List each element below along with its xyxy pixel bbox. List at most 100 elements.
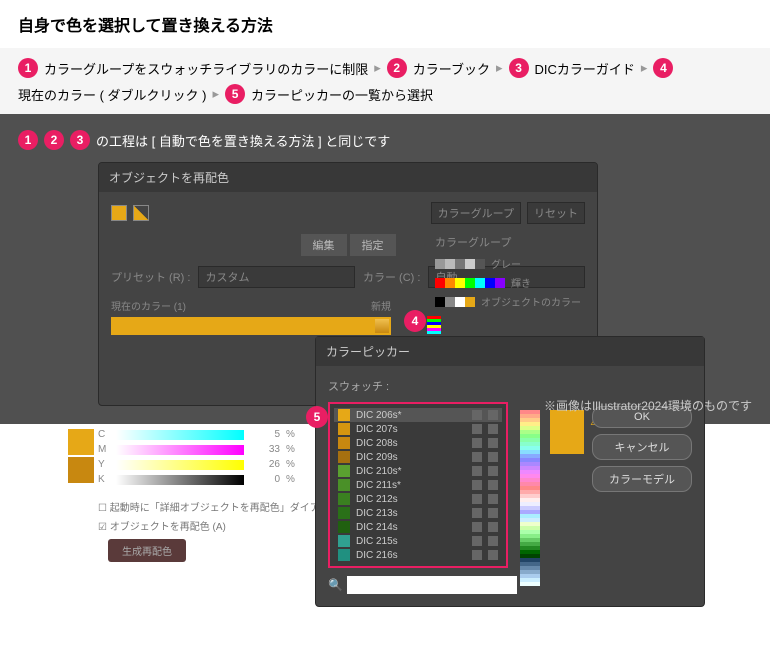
m-slider[interactable] — [116, 445, 244, 455]
caption: 1 2 3 の工程は [ 自動で色を置き換える方法 ] と同じです — [18, 130, 752, 150]
footer-note: ※画像はIllustrator2024環境のものです — [544, 397, 752, 414]
active-swatch[interactable] — [111, 205, 127, 221]
step-text-5: カラーピッカーの一覧から選択 — [251, 85, 433, 104]
swatch-color-icon — [338, 549, 350, 561]
swatch-item[interactable]: DIC 209s — [334, 450, 502, 464]
swatch-item[interactable]: DIC 212s — [334, 492, 502, 506]
swatch-name: DIC 212s — [356, 494, 466, 505]
y-slider[interactable] — [116, 460, 244, 470]
swatch-type-icon — [472, 452, 482, 462]
swatch-type-icon — [472, 536, 482, 546]
color-spectrum-strip[interactable] — [520, 410, 540, 586]
step-badge-5: 5 — [225, 84, 245, 104]
chevron-right-icon: ▸ — [641, 60, 648, 76]
swatch-item[interactable]: DIC 206s* — [334, 408, 502, 422]
colormodel-button[interactable]: カラーモデル — [592, 466, 692, 492]
swatch-item[interactable]: DIC 211s* — [334, 478, 502, 492]
caption-badge-1: 1 — [18, 130, 38, 150]
swatch-color-icon — [338, 493, 350, 505]
k-slider[interactable] — [116, 475, 244, 485]
slider-swatch[interactable] — [68, 429, 94, 455]
colorgroup-row[interactable]: 輝き — [435, 275, 585, 290]
color-preview — [550, 410, 584, 454]
dialog-title: オブジェクトを再配色 — [99, 163, 597, 192]
swatch-color-icon — [338, 465, 350, 477]
new-color-label: 新規 — [371, 298, 391, 313]
preset-select[interactable]: カスタム — [198, 266, 355, 288]
swatch-name: DIC 209s — [356, 452, 466, 463]
swatch-item[interactable]: DIC 213s — [334, 506, 502, 520]
swatch-type-icon — [472, 466, 482, 476]
chevron-right-icon: ▸ — [213, 86, 220, 102]
marker-5: 5 — [306, 406, 328, 428]
swatch-item[interactable]: DIC 207s — [334, 422, 502, 436]
swatch-opt-icon — [488, 438, 498, 448]
swatch-item[interactable]: DIC 216s — [334, 548, 502, 562]
preset-label: プリセット (R) : — [111, 269, 190, 285]
swatch-type-icon — [472, 494, 482, 504]
swatch-name: DIC 208s — [356, 438, 466, 449]
colorgroup-row[interactable]: オブジェクトのカラー — [435, 294, 585, 309]
step-badge-4: 4 — [653, 58, 673, 78]
caption-badge-3: 3 — [70, 130, 90, 150]
current-color-bar[interactable] — [111, 317, 391, 335]
swatch-color-icon — [338, 479, 350, 491]
swatch-item[interactable]: DIC 208s — [334, 436, 502, 450]
colorgroup-row[interactable]: グレー — [435, 256, 585, 271]
swatch-color-icon — [338, 437, 350, 449]
swatch-name: DIC 206s* — [356, 410, 466, 421]
swatch-opt-icon — [488, 536, 498, 546]
page-title: 自身で色を選択して置き換える方法 — [18, 12, 752, 36]
cmyk-sliders: C5% M33% Y26% K0% — [98, 429, 298, 489]
swatch-item[interactable]: DIC 210s* — [334, 464, 502, 478]
reset-button[interactable]: リセット — [527, 202, 585, 224]
step-text-1: カラーグループをスウォッチライブラリのカラーに制限 — [44, 59, 368, 78]
swatch-opt-icon — [488, 480, 498, 490]
generate-button[interactable]: 生成再配色 — [108, 539, 186, 562]
breadcrumb: 1 カラーグループをスウォッチライブラリのカラーに制限 ▸ 2 カラーブック ▸… — [0, 48, 770, 114]
colorgroup-select[interactable]: カラーグループ — [431, 202, 521, 224]
tab-assign[interactable]: 指定 — [350, 234, 396, 256]
active-swatch-alt[interactable] — [133, 205, 149, 221]
swatch-name: DIC 216s — [356, 550, 466, 561]
step-text-3: DICカラーガイド — [535, 59, 635, 78]
swatch-type-icon — [472, 550, 482, 560]
colorpicker-dialog: カラーピッカー スウォッチ : 5 DIC 206s*DIC 207sDIC 2… — [315, 336, 705, 607]
caption-text: の工程は [ 自動で色を置き換える方法 ] と同じです — [96, 131, 390, 150]
swatch-color-icon — [338, 451, 350, 463]
swatch-type-icon — [472, 480, 482, 490]
cancel-button[interactable]: キャンセル — [592, 434, 692, 460]
swatch-name: DIC 210s* — [356, 466, 466, 477]
step-badge-1: 1 — [18, 58, 38, 78]
colorpicker-title: カラーピッカー — [316, 337, 704, 366]
swatch-opt-icon — [488, 466, 498, 476]
colorgroup-title: カラーグループ — [435, 234, 585, 250]
swatch-name: DIC 215s — [356, 536, 466, 547]
c-slider[interactable] — [116, 430, 244, 440]
slider-swatch-alt[interactable] — [68, 457, 94, 483]
swatch-color-icon — [338, 535, 350, 547]
swatch-type-icon — [472, 522, 482, 532]
swatch-opt-icon — [488, 508, 498, 518]
color-label: カラー (C) : — [363, 269, 420, 285]
swatch-name: DIC 213s — [356, 508, 466, 519]
swatch-list: DIC 206s* DIC 207s DIC 208s DIC 209s DIC 210… — [328, 402, 508, 568]
chevron-right-icon: ▸ — [374, 60, 381, 76]
swatch-search-input[interactable] — [347, 576, 517, 594]
swatch-opt-icon — [488, 494, 498, 504]
caption-badge-2: 2 — [44, 130, 64, 150]
swatch-item[interactable]: DIC 214s — [334, 520, 502, 534]
marker-4: 4 — [404, 310, 426, 332]
tab-edit[interactable]: 編集 — [301, 234, 347, 256]
swatch-list-label: スウォッチ : — [328, 378, 692, 394]
step-text-2: カラーブック — [413, 59, 490, 78]
new-color-swatch[interactable] — [427, 316, 441, 334]
swatch-name: DIC 207s — [356, 424, 466, 435]
screenshot-area: 1 2 3 の工程は [ 自動で色を置き換える方法 ] と同じです オブジェクト… — [0, 114, 770, 424]
swatch-opt-icon — [488, 550, 498, 560]
swatch-opt-icon — [488, 522, 498, 532]
swatch-item[interactable]: DIC 215s — [334, 534, 502, 548]
swatch-color-icon — [338, 423, 350, 435]
swatch-type-icon — [472, 438, 482, 448]
search-icon: 🔍 — [328, 578, 343, 592]
